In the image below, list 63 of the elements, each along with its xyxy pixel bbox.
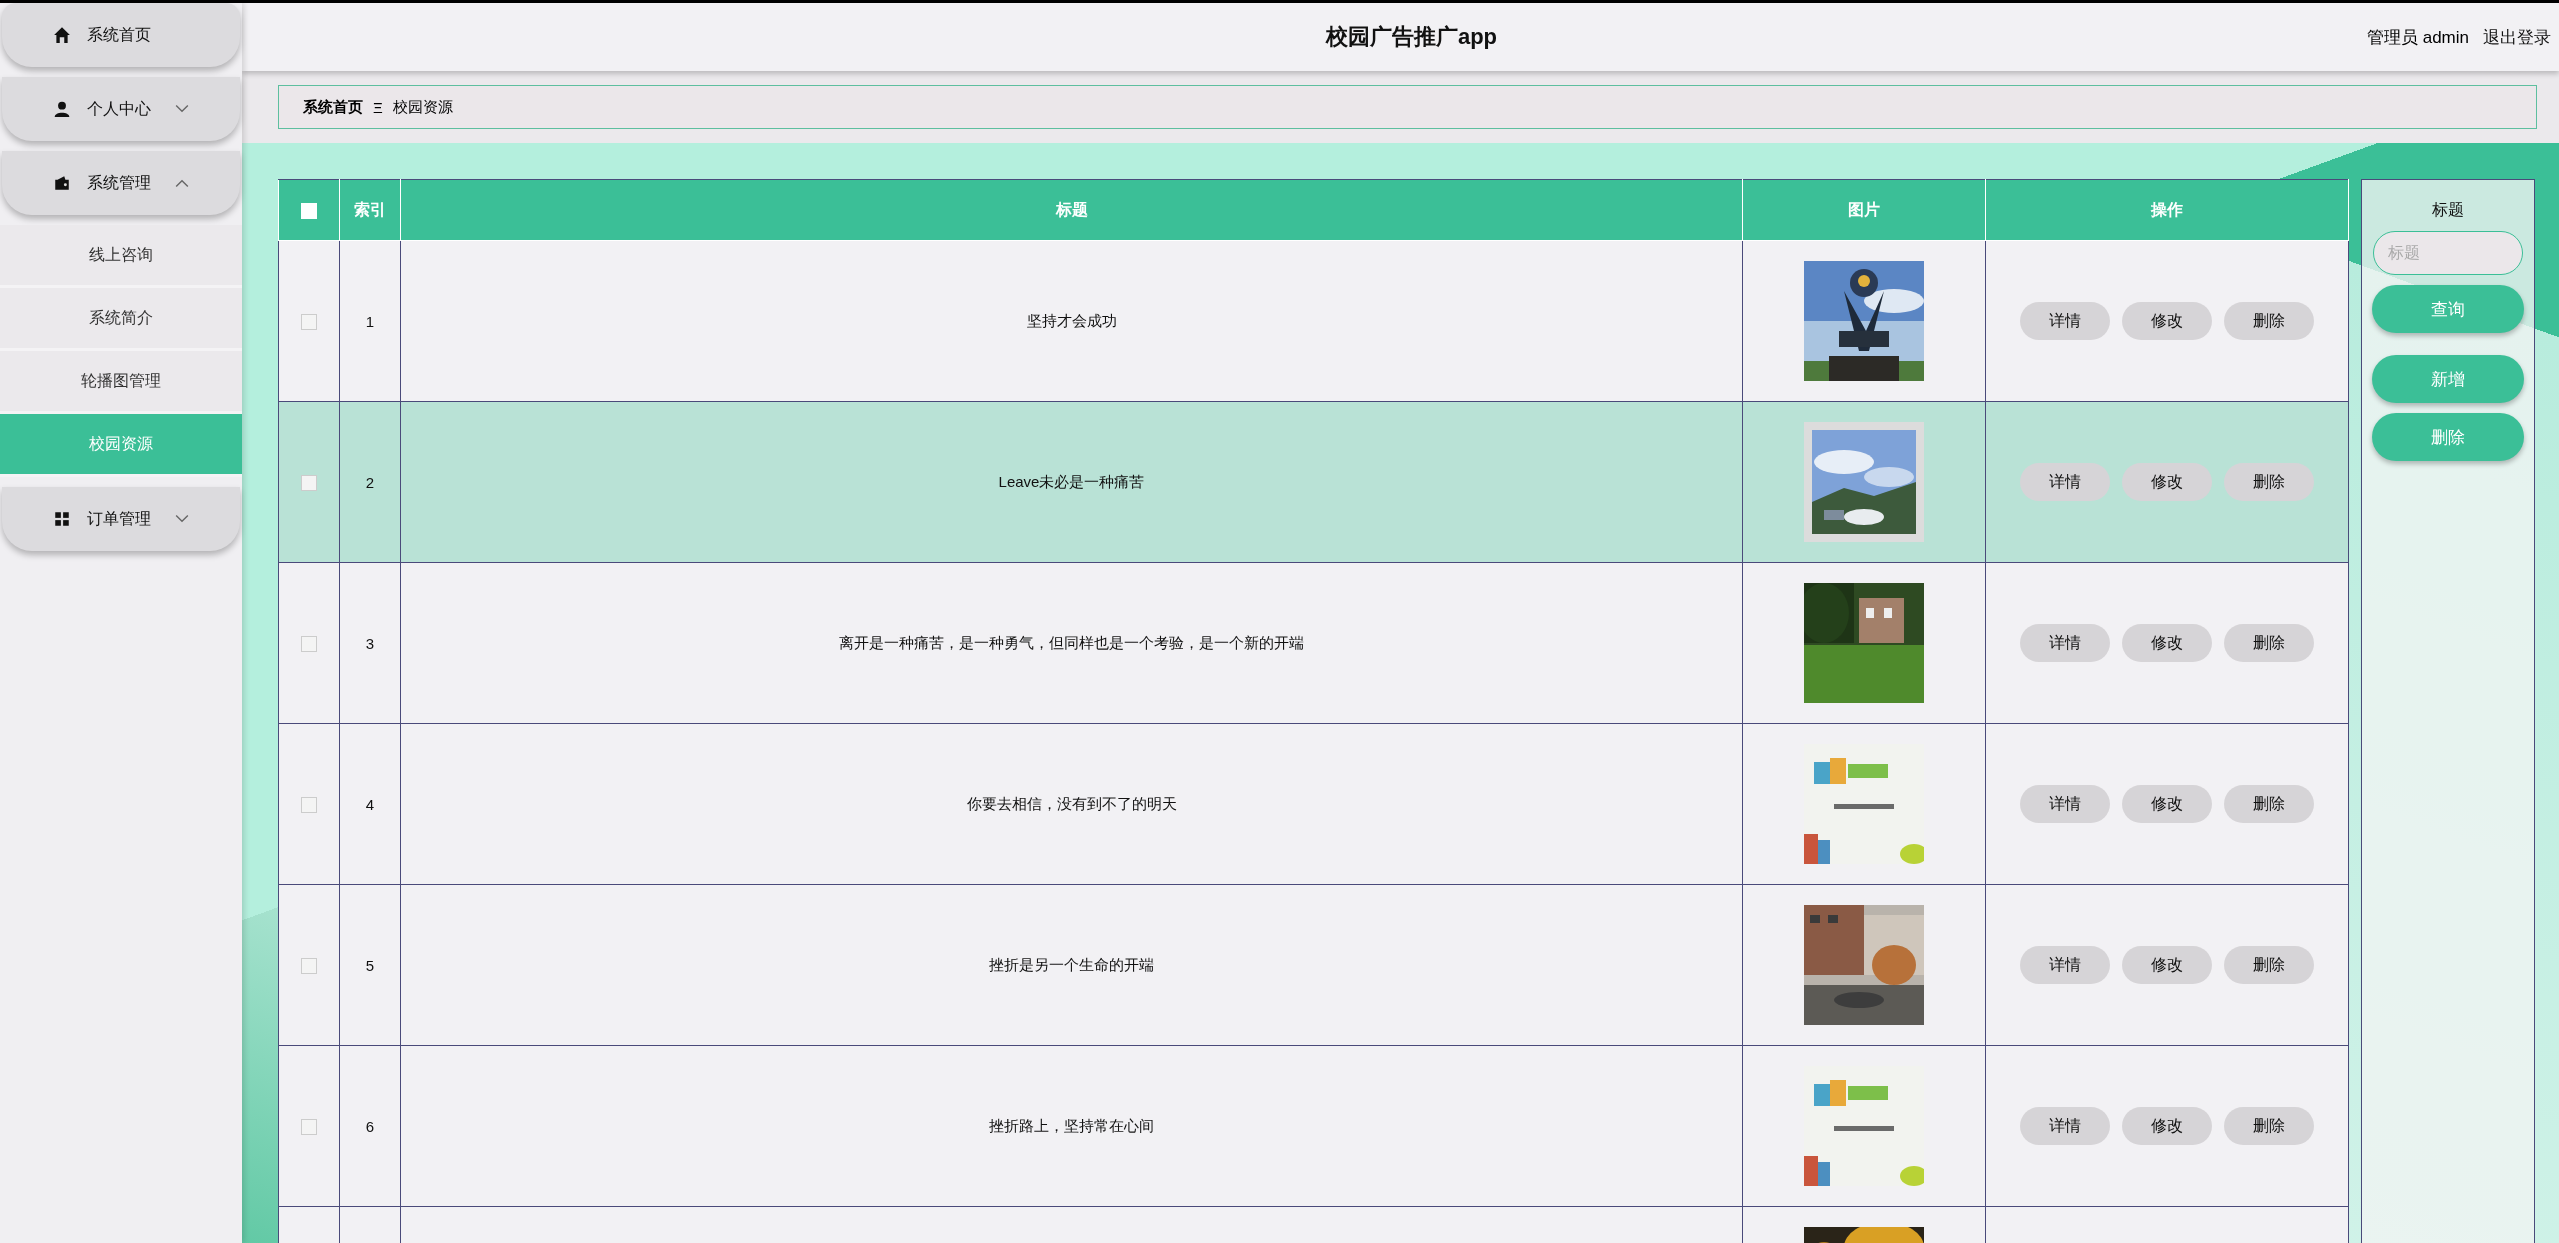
index-text: 3	[365, 634, 375, 652]
menu-label: 系统首页	[87, 24, 152, 45]
title-text: 挫折是另一个生命的开端	[989, 955, 1154, 973]
menu-label: 系统管理	[87, 172, 152, 193]
menu-item[interactable]: 个人中心	[2, 77, 240, 141]
title-text: 挫折路上，坚持常在心间	[989, 1116, 1154, 1134]
action-button[interactable]: 删除	[2224, 463, 2314, 501]
checkbox[interactable]	[301, 958, 317, 974]
action-button[interactable]: 修改	[2122, 624, 2212, 662]
checkbox[interactable]	[301, 314, 317, 330]
search-field[interactable]: 标题	[2373, 231, 2523, 275]
submenu-item[interactable]: 系统简介	[0, 288, 242, 351]
search-label: 标题	[2432, 200, 2464, 220]
title-text: 离开是一种痛苦，是一种勇气，但同样也是一个考验，是一个新的开端	[839, 633, 1304, 651]
action-button[interactable]: 修改	[2122, 463, 2212, 501]
menu-item[interactable]: 系统首页	[2, 3, 240, 67]
wallet-icon	[53, 174, 71, 192]
menu-label: 订单管理	[87, 508, 152, 529]
column-header: 索引	[339, 179, 401, 241]
title-text: 你要去相信，没有到不了的明天	[966, 794, 1177, 812]
action-button[interactable]: 详情	[2020, 1107, 2110, 1145]
menu-label: 个人中心	[87, 98, 152, 119]
index-text: 2	[365, 473, 375, 491]
logout-link[interactable]: 退出登录	[2483, 25, 2551, 49]
breadcrumb-item[interactable]: 系统首页	[303, 97, 363, 117]
breadcrumb-separator: Ξ	[373, 98, 383, 116]
index-text: 5	[365, 956, 375, 974]
submenu-item[interactable]: 线上咨询	[0, 225, 242, 288]
user-label: 管理员 admin	[2366, 26, 2469, 49]
action-button[interactable]: 删除	[2224, 1107, 2314, 1145]
submenu-item[interactable]: 轮播图管理	[0, 351, 242, 414]
index-text: 6	[365, 1117, 375, 1135]
index-text: 4	[365, 795, 375, 813]
checkbox[interactable]	[301, 797, 317, 813]
index-text: 1	[365, 312, 375, 330]
action-button[interactable]: 删除	[2224, 946, 2314, 984]
column-header: 操作	[1985, 179, 2349, 241]
checkbox[interactable]	[301, 1119, 317, 1135]
breadcrumb-item[interactable]: 校园资源	[392, 97, 453, 117]
action-button[interactable]: 修改	[2122, 1107, 2212, 1145]
home-icon	[53, 26, 71, 44]
person-icon	[53, 100, 71, 118]
action-button[interactable]: 删除	[2224, 302, 2314, 340]
action-button[interactable]: 详情	[2020, 946, 2110, 984]
action-button[interactable]: 详情	[2020, 785, 2110, 823]
action-button[interactable]: 修改	[2122, 946, 2212, 984]
app-title: 校园广告推广app	[1324, 23, 1499, 51]
column-header: 图片	[1742, 179, 1986, 241]
menu-item[interactable]: 订单管理	[2, 487, 240, 551]
title-text: 坚持才会成功	[1026, 311, 1117, 329]
action-button[interactable]: 删除	[2224, 624, 2314, 662]
action-button[interactable]: 修改	[2122, 785, 2212, 823]
action-button[interactable]: 详情	[2020, 624, 2110, 662]
action-button[interactable]: 详情	[2020, 302, 2110, 340]
menu-item[interactable]: 系统管理	[2, 151, 240, 215]
column-header: 标题	[400, 179, 1743, 241]
action-button[interactable]: 修改	[2122, 302, 2212, 340]
checkbox[interactable]	[301, 636, 317, 652]
checkbox[interactable]	[301, 475, 317, 491]
grid-icon	[53, 510, 71, 528]
action-button[interactable]: 删除	[2224, 785, 2314, 823]
title-text: Leave未必是一种痛苦	[998, 472, 1145, 490]
action-button[interactable]: 详情	[2020, 463, 2110, 501]
